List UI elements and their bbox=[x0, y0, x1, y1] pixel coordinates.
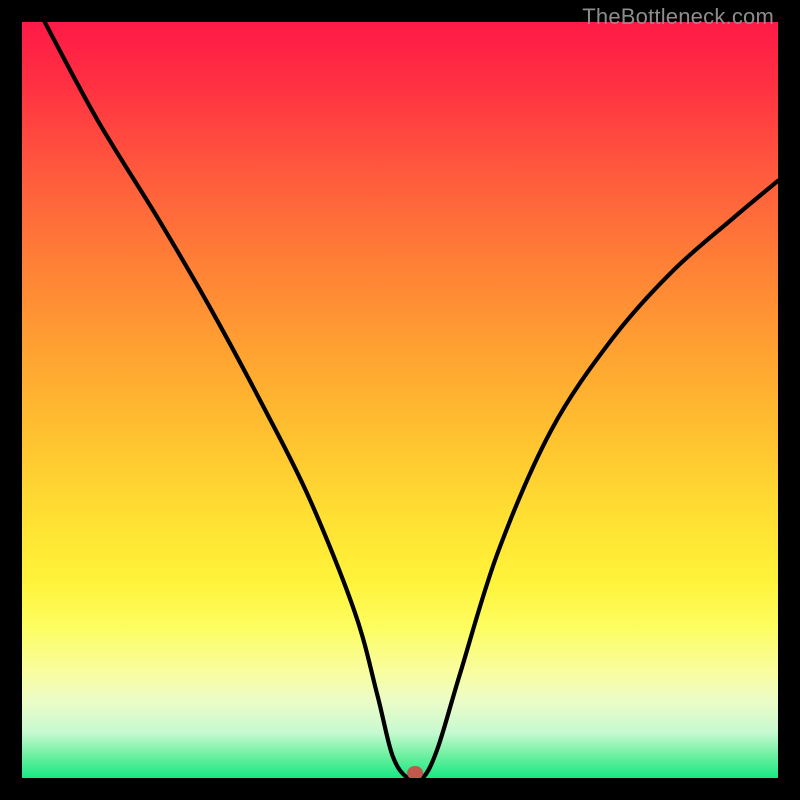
bottleneck-curve bbox=[22, 22, 778, 778]
watermark-label: TheBottleneck.com bbox=[582, 4, 774, 30]
chart-frame: TheBottleneck.com bbox=[0, 0, 800, 800]
optimal-marker bbox=[407, 766, 423, 778]
curve-path bbox=[45, 22, 778, 778]
chart-plot-area bbox=[22, 22, 778, 778]
